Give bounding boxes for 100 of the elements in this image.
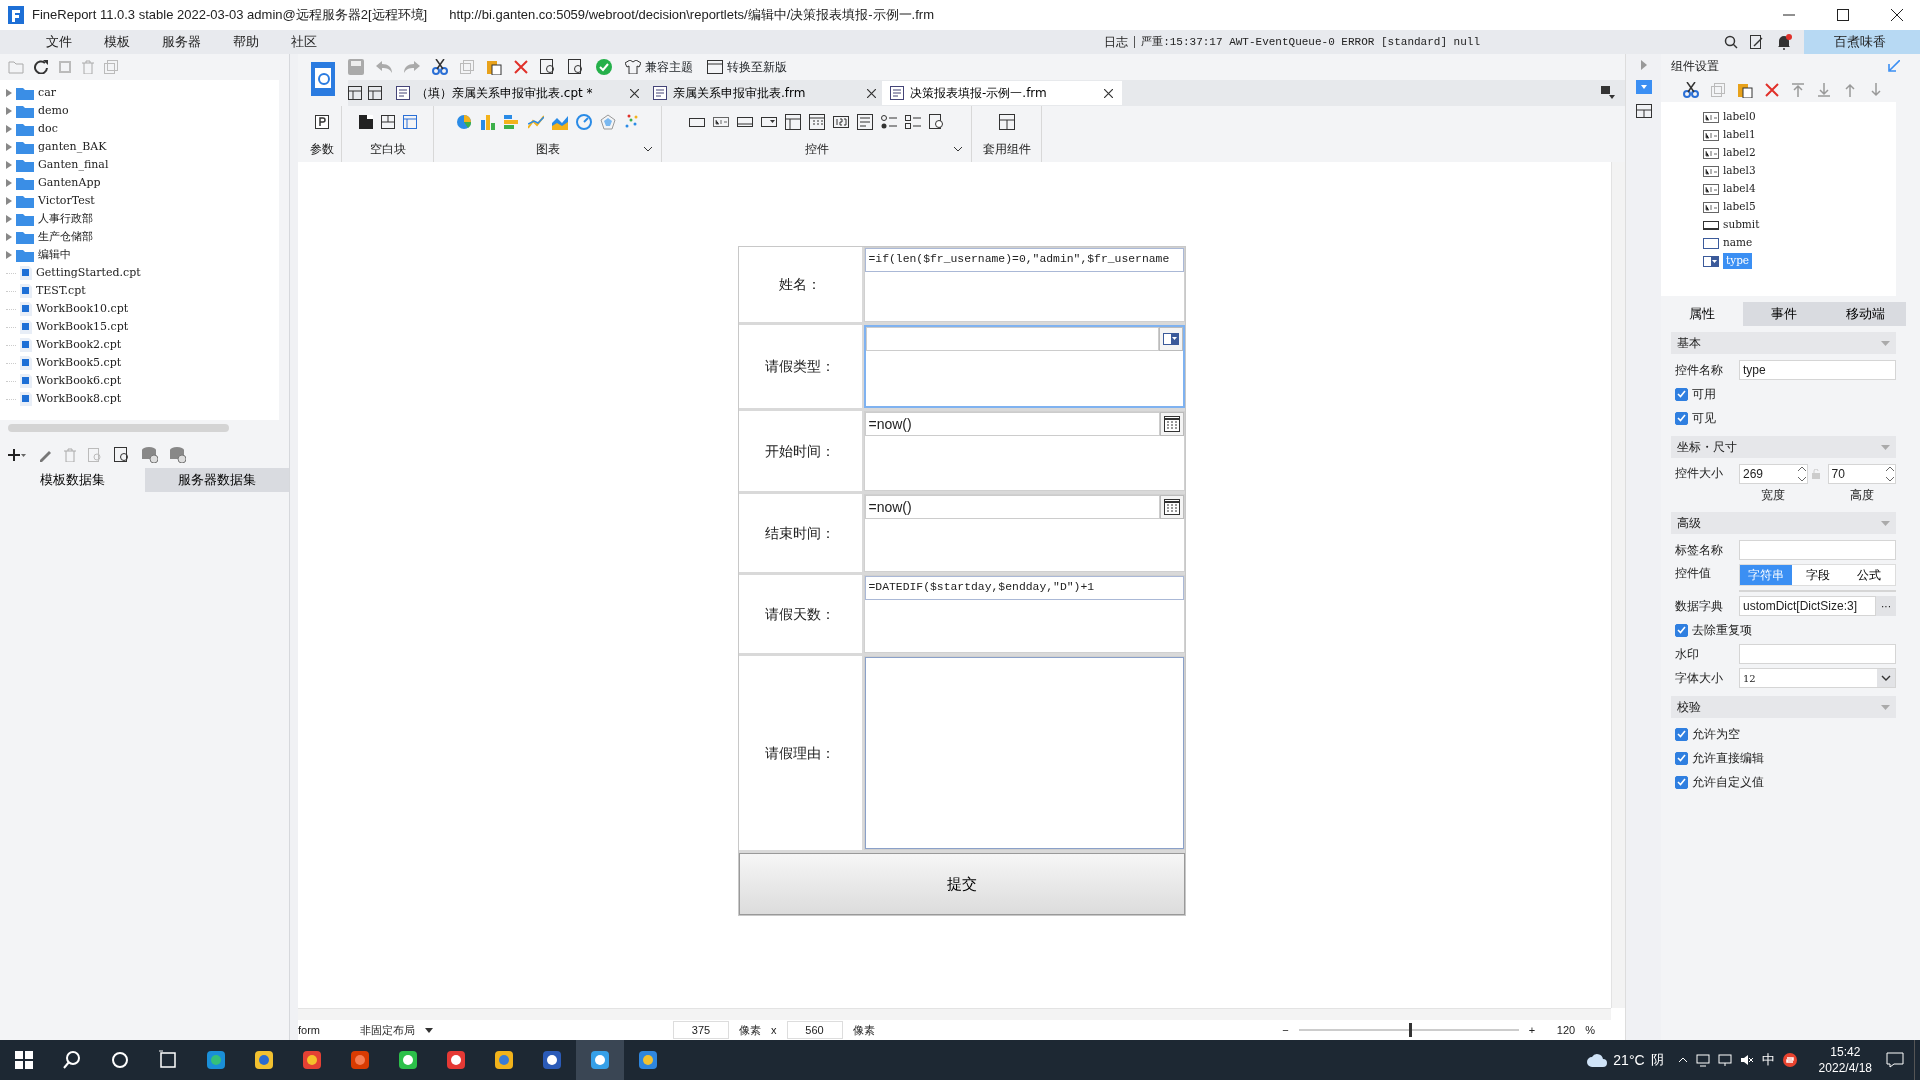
edit-note-icon[interactable] — [1750, 35, 1764, 49]
horizontal-bar-chart-icon[interactable] — [503, 114, 520, 130]
toolbar-button[interactable]: 兼容主题 — [624, 57, 694, 77]
expand-arrow-icon[interactable] — [6, 233, 12, 241]
monitor-icon[interactable] — [1717, 1053, 1732, 1067]
file-name[interactable]: WorkBook5.cpt — [36, 354, 122, 372]
table-block-icon[interactable] — [402, 115, 417, 129]
refresh-icon[interactable] — [34, 60, 48, 74]
expand-arrow-icon[interactable] — [6, 251, 12, 259]
search-icon[interactable] — [1724, 35, 1738, 49]
tree-item[interactable]: label1 — [1723, 127, 1756, 143]
label-widget-icon[interactable] — [712, 116, 729, 128]
section-header[interactable]: 校验 — [1671, 696, 1896, 718]
textarea-widget-icon[interactable] — [856, 114, 873, 130]
cloud-icon[interactable] — [1587, 1053, 1608, 1067]
input-field[interactable] — [865, 327, 1159, 351]
folder-name[interactable]: 生产仓储部 — [38, 228, 93, 246]
close-icon[interactable] — [630, 88, 639, 98]
paste-icon[interactable] — [486, 59, 502, 75]
app-icon[interactable] — [397, 1049, 419, 1071]
user-name[interactable]: 百煮味香 — [1804, 30, 1920, 54]
expand-arrow-icon[interactable] — [6, 197, 12, 205]
app-icon[interactable] — [589, 1049, 611, 1071]
scissors-icon[interactable] — [432, 59, 448, 75]
task-view-icon[interactable] — [157, 1049, 179, 1071]
notification-icon[interactable] — [1886, 1052, 1904, 1068]
number-spinner[interactable]: 70 — [1827, 464, 1896, 484]
text-field[interactable]: =if(len($fr_username)=0,"admin",$fr_username — [864, 248, 1184, 272]
expand-arrow-icon[interactable] — [6, 125, 12, 133]
radar-chart-icon[interactable] — [599, 114, 616, 130]
move-down-icon[interactable] — [1869, 83, 1883, 97]
checkbox[interactable] — [1675, 727, 1688, 741]
split-block-icon[interactable] — [380, 115, 395, 129]
calendar-widget-icon[interactable] — [808, 114, 825, 130]
file-name[interactable]: WorkBook15.cpt — [36, 318, 129, 336]
area-chart-icon[interactable] — [551, 114, 568, 130]
app-icon[interactable] — [301, 1049, 323, 1071]
folder-name[interactable]: car — [38, 84, 56, 102]
find-icon[interactable] — [114, 447, 130, 463]
close-icon[interactable] — [1104, 88, 1113, 98]
segment-option[interactable]: 字段 — [1791, 565, 1844, 585]
radio-group-icon[interactable] — [880, 114, 897, 130]
more-button[interactable]: ··· — [1876, 596, 1896, 616]
chevron-up-icon[interactable] — [1677, 1057, 1688, 1063]
width-field[interactable]: 375 — [673, 1020, 729, 1040]
section-header[interactable]: 坐标・尺寸 — [1671, 436, 1896, 458]
database-icon[interactable] — [142, 447, 158, 463]
expand-arrow-icon[interactable] — [1640, 60, 1647, 70]
section-header[interactable]: 基本 — [1671, 332, 1896, 354]
chevron-down-icon[interactable] — [643, 146, 653, 152]
checkbox[interactable] — [1675, 411, 1688, 425]
close-icon[interactable] — [867, 88, 876, 98]
expand-arrow-icon[interactable] — [6, 161, 12, 169]
slider-thumb[interactable] — [1408, 1023, 1412, 1037]
document-tab[interactable]: 决策报表填报-示例一.frm — [882, 81, 1122, 105]
chevron-down-icon[interactable] — [953, 146, 963, 152]
expand-arrow-icon[interactable] — [6, 89, 12, 97]
dropdown-icon[interactable] — [1162, 333, 1179, 345]
folder-name[interactable]: Ganten_final — [38, 156, 109, 174]
combo-widget-icon[interactable] — [760, 116, 777, 128]
scrollbar[interactable] — [8, 424, 229, 432]
bar-chart-icon[interactable] — [479, 114, 496, 130]
file-name[interactable]: WorkBook8.cpt — [36, 390, 122, 408]
windows-logo-icon[interactable] — [13, 1049, 35, 1071]
grid-icon[interactable] — [368, 86, 382, 100]
expand-arrow-icon[interactable] — [6, 215, 12, 223]
menu-item[interactable]: 服务器 — [146, 32, 217, 52]
layout-icon[interactable] — [998, 114, 1015, 130]
calendar-icon[interactable] — [1163, 416, 1180, 432]
move-bottom-icon[interactable] — [1817, 83, 1831, 97]
grid-icon[interactable] — [348, 86, 362, 100]
input-field[interactable]: =now() — [864, 495, 1160, 519]
folder-name[interactable]: 人事行政部 — [38, 210, 93, 228]
checkbox[interactable] — [1675, 751, 1688, 765]
check-icon[interactable] — [596, 59, 612, 75]
move-up-icon[interactable] — [1843, 83, 1857, 97]
list-widget-icon[interactable] — [784, 114, 801, 130]
collapse-arrow-icon[interactable] — [1888, 60, 1900, 72]
folder-name[interactable]: 编辑中 — [38, 246, 71, 264]
segment-option[interactable]: 公式 — [1843, 565, 1895, 585]
text-field[interactable]: =DATEDIF($startday,$endday,"D")+1 — [864, 576, 1184, 600]
toolbar-button[interactable]: 转换至新版 — [706, 57, 788, 77]
folder-name[interactable]: doc — [38, 120, 58, 138]
search-widget-icon[interactable] — [928, 114, 945, 130]
file-name[interactable]: WorkBook10.cpt — [36, 300, 129, 318]
section-header[interactable]: 高级 — [1671, 512, 1896, 534]
property-tab[interactable]: 移动端 — [1824, 302, 1906, 326]
folder-name[interactable]: demo — [38, 102, 69, 120]
file-name[interactable]: WorkBook2.cpt — [36, 336, 122, 354]
text-field[interactable] — [1739, 540, 1896, 560]
pie-chart-icon[interactable] — [455, 114, 472, 130]
find-icon[interactable] — [540, 59, 556, 75]
height-field[interactable]: 560 — [786, 1020, 843, 1040]
number-spinner[interactable]: 269 — [1739, 464, 1808, 484]
tree-item[interactable]: submit — [1723, 217, 1760, 233]
database-icon[interactable] — [170, 447, 186, 463]
close-icon[interactable] — [1889, 7, 1905, 23]
text-field[interactable]: type — [1739, 360, 1896, 380]
font-size-select[interactable]: 12 — [1739, 668, 1896, 688]
delete-icon[interactable] — [514, 60, 528, 74]
